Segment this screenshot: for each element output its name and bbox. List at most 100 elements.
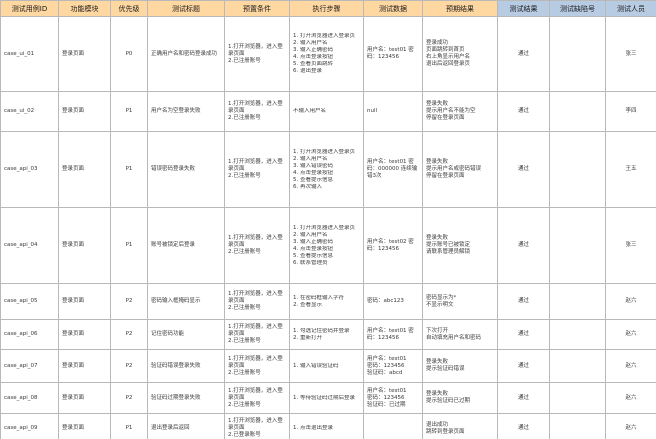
module-cell[interactable]: 登录页面 bbox=[58, 16, 111, 92]
steps-cell[interactable]: 1. 在密码框输入字符 2. 查看显示 bbox=[289, 283, 364, 320]
module-cell[interactable]: 登录页面 bbox=[58, 131, 111, 208]
test-result-cell[interactable]: 通过 bbox=[497, 349, 550, 383]
title-cell[interactable]: 正确用户名和密码登录成功 bbox=[147, 16, 225, 92]
case-id-cell[interactable]: case_api_03 bbox=[0, 131, 59, 208]
test-result-cell[interactable]: 通过 bbox=[497, 319, 550, 350]
title-cell[interactable]: 错误密码登录失败 bbox=[147, 131, 225, 208]
bug-number-cell[interactable] bbox=[549, 319, 606, 350]
case-id-cell[interactable]: case_ui_01 bbox=[0, 16, 59, 92]
test-data-cell[interactable]: 用户名：test01 密码：123456 验证码：abcd bbox=[363, 349, 423, 383]
expected-result-cell[interactable]: 登录失败 提示验证码错误 bbox=[422, 349, 498, 383]
case-id-cell[interactable]: case_api_06 bbox=[0, 319, 59, 350]
table-row[interactable]: case_api_03 登录页面 P1 错误密码登录失败 1.打开浏览器，进入登录页面 … bbox=[0, 131, 656, 208]
priority-cell[interactable]: P2 bbox=[110, 283, 148, 320]
test-result-cell[interactable]: 通过 bbox=[497, 283, 550, 320]
column-header[interactable]: 测试标题 bbox=[147, 0, 225, 17]
column-header[interactable]: 测试结果 bbox=[497, 0, 550, 17]
module-cell[interactable]: 登录页面 bbox=[58, 91, 111, 132]
case-id-cell[interactable]: case_api_08 bbox=[0, 382, 59, 414]
column-header[interactable]: 执行步骤 bbox=[289, 0, 364, 17]
column-header[interactable]: 预期结果 bbox=[422, 0, 498, 17]
bug-number-cell[interactable] bbox=[549, 283, 606, 320]
bug-number-cell[interactable] bbox=[549, 413, 606, 439]
precondition-cell[interactable]: 1.打开浏览器，进入登录页面 2.已注册账号 bbox=[224, 319, 290, 350]
table-row[interactable]: case_api_08 登录页面 P2 验证码过期登录失败 1.打开浏览器，进入登录页面… bbox=[0, 382, 656, 414]
test-data-cell[interactable]: 用户名：test01 密码：000000 连续输错3次 bbox=[363, 131, 423, 208]
title-cell[interactable]: 退出登录后返回 bbox=[147, 413, 225, 439]
precondition-cell[interactable]: 1.打开浏览器，进入登录页面 2.已注册账号 bbox=[224, 131, 290, 208]
priority-cell[interactable]: P1 bbox=[110, 413, 148, 439]
tester-cell[interactable]: 张三 bbox=[605, 207, 656, 284]
precondition-cell[interactable]: 1.打开浏览器，进入登录页面 2.已注册账号 bbox=[224, 382, 290, 414]
bug-number-cell[interactable] bbox=[549, 349, 606, 383]
table-row[interactable]: case_api_04 登录页面 P1 账号被锁定后登录 1.打开浏览器，进入登录页面 … bbox=[0, 207, 656, 284]
module-cell[interactable]: 登录页面 bbox=[58, 349, 111, 383]
bug-number-cell[interactable] bbox=[549, 207, 606, 284]
case-id-cell[interactable]: case_ui_02 bbox=[0, 91, 59, 132]
expected-result-cell[interactable]: 退出成功 跳转到登录页面 bbox=[422, 413, 498, 439]
title-cell[interactable]: 记住密码功能 bbox=[147, 319, 225, 350]
case-id-cell[interactable]: case_api_04 bbox=[0, 207, 59, 284]
test-result-cell[interactable]: 通过 bbox=[497, 16, 550, 92]
table-row[interactable]: case_api_06 登录页面 P2 记住密码功能 1.打开浏览器，进入登录页面 2.… bbox=[0, 319, 656, 350]
test-data-cell[interactable]: null bbox=[363, 91, 423, 132]
test-result-cell[interactable]: 通过 bbox=[497, 207, 550, 284]
title-cell[interactable]: 验证码过期登录失败 bbox=[147, 382, 225, 414]
priority-cell[interactable]: P1 bbox=[110, 91, 148, 132]
test-result-cell[interactable]: 通过 bbox=[497, 382, 550, 414]
expected-result-cell[interactable]: 登录失败 提示验证码已过期 bbox=[422, 382, 498, 414]
column-header[interactable]: 测试数据 bbox=[363, 0, 423, 17]
module-cell[interactable]: 登录页面 bbox=[58, 413, 111, 439]
priority-cell[interactable]: P1 bbox=[110, 207, 148, 284]
test-data-cell[interactable]: 用户名：test01 密码：123456 验证码：已过期 bbox=[363, 382, 423, 414]
precondition-cell[interactable]: 1.打开浏览器，进入登录页面 2.已登录账号 bbox=[224, 413, 290, 439]
module-cell[interactable]: 登录页面 bbox=[58, 283, 111, 320]
test-data-cell[interactable]: 用户名：test01 密码：123456 bbox=[363, 16, 423, 92]
column-header[interactable]: 优先级 bbox=[110, 0, 148, 17]
steps-cell[interactable]: 1. 点击退出登录 bbox=[289, 413, 364, 439]
case-id-cell[interactable]: case_api_07 bbox=[0, 349, 59, 383]
column-header[interactable]: 测试用例ID bbox=[0, 0, 59, 17]
precondition-cell[interactable]: 1.打开浏览器，进入登录页面 2.已注册账号 bbox=[224, 16, 290, 92]
expected-result-cell[interactable]: 登录成功 页面跳转到首页 右上角显示用户名 退出后返回登录页 bbox=[422, 16, 498, 92]
expected-result-cell[interactable]: 下次打开 自动填充用户名和密码 bbox=[422, 319, 498, 350]
bug-number-cell[interactable] bbox=[549, 91, 606, 132]
precondition-cell[interactable]: 1.打开浏览器，进入登录页面 2.已注册账号 bbox=[224, 207, 290, 284]
priority-cell[interactable]: P1 bbox=[110, 131, 148, 208]
title-cell[interactable]: 用户名为空登录失败 bbox=[147, 91, 225, 132]
table-row[interactable]: case_ui_02 登录页面 P1 用户名为空登录失败 1.打开浏览器，进入登录页面 … bbox=[0, 91, 656, 132]
column-header[interactable]: 测试缺陷号 bbox=[549, 0, 606, 17]
expected-result-cell[interactable]: 登录失败 提示用户名不能为空 停留在登录页面 bbox=[422, 91, 498, 132]
tester-cell[interactable]: 赵六 bbox=[605, 283, 656, 320]
bug-number-cell[interactable] bbox=[549, 382, 606, 414]
tester-cell[interactable]: 张三 bbox=[605, 16, 656, 92]
priority-cell[interactable]: P2 bbox=[110, 382, 148, 414]
tester-cell[interactable]: 赵六 bbox=[605, 413, 656, 439]
test-data-cell[interactable] bbox=[363, 413, 423, 439]
priority-cell[interactable]: P2 bbox=[110, 349, 148, 383]
module-cell[interactable]: 登录页面 bbox=[58, 207, 111, 284]
table-row[interactable]: case_ui_01 登录页面 P0 正确用户名和密码登录成功 1.打开浏览器，进入登录… bbox=[0, 16, 656, 92]
steps-cell[interactable]: 1. 勾选记住密码并登录 2. 重新打开 bbox=[289, 319, 364, 350]
bug-number-cell[interactable] bbox=[549, 131, 606, 208]
steps-cell[interactable]: 1. 打开浏览器进入登录页 2. 输入用户名 3. 输入正确密码 4. 点击登录按钮 5… bbox=[289, 16, 364, 92]
module-cell[interactable]: 登录页面 bbox=[58, 382, 111, 414]
steps-cell[interactable]: 1. 输入错误验证码 bbox=[289, 349, 364, 383]
steps-cell[interactable]: 1. 打开浏览器进入登录页 2. 输入用户名 3. 输入错误密码 4. 点击登录按钮 5… bbox=[289, 131, 364, 208]
title-cell[interactable]: 账号被锁定后登录 bbox=[147, 207, 225, 284]
steps-cell[interactable]: 1. 等待验证码过期后登录 bbox=[289, 382, 364, 414]
test-data-cell[interactable]: 用户名：test01 密码：123456 bbox=[363, 319, 423, 350]
steps-cell[interactable]: 不输入用户名 bbox=[289, 91, 364, 132]
case-id-cell[interactable]: case_api_09 bbox=[0, 413, 59, 439]
test-result-cell[interactable]: 通过 bbox=[497, 91, 550, 132]
test-data-cell[interactable]: 密码：abc123 bbox=[363, 283, 423, 320]
module-cell[interactable]: 登录页面 bbox=[58, 319, 111, 350]
table-row[interactable]: case_api_05 登录页面 P2 密码输入框掩码显示 1.打开浏览器，进入登录页面… bbox=[0, 283, 656, 320]
tester-cell[interactable]: 赵六 bbox=[605, 319, 656, 350]
precondition-cell[interactable]: 1.打开浏览器，进入登录页面 2.已注册账号 bbox=[224, 91, 290, 132]
tester-cell[interactable]: 王五 bbox=[605, 131, 656, 208]
column-header[interactable]: 测试人员 bbox=[605, 0, 656, 17]
priority-cell[interactable]: P2 bbox=[110, 319, 148, 350]
test-result-cell[interactable]: 通过 bbox=[497, 413, 550, 439]
expected-result-cell[interactable]: 登录失败 提示用户名或密码错误 停留在登录页面 bbox=[422, 131, 498, 208]
